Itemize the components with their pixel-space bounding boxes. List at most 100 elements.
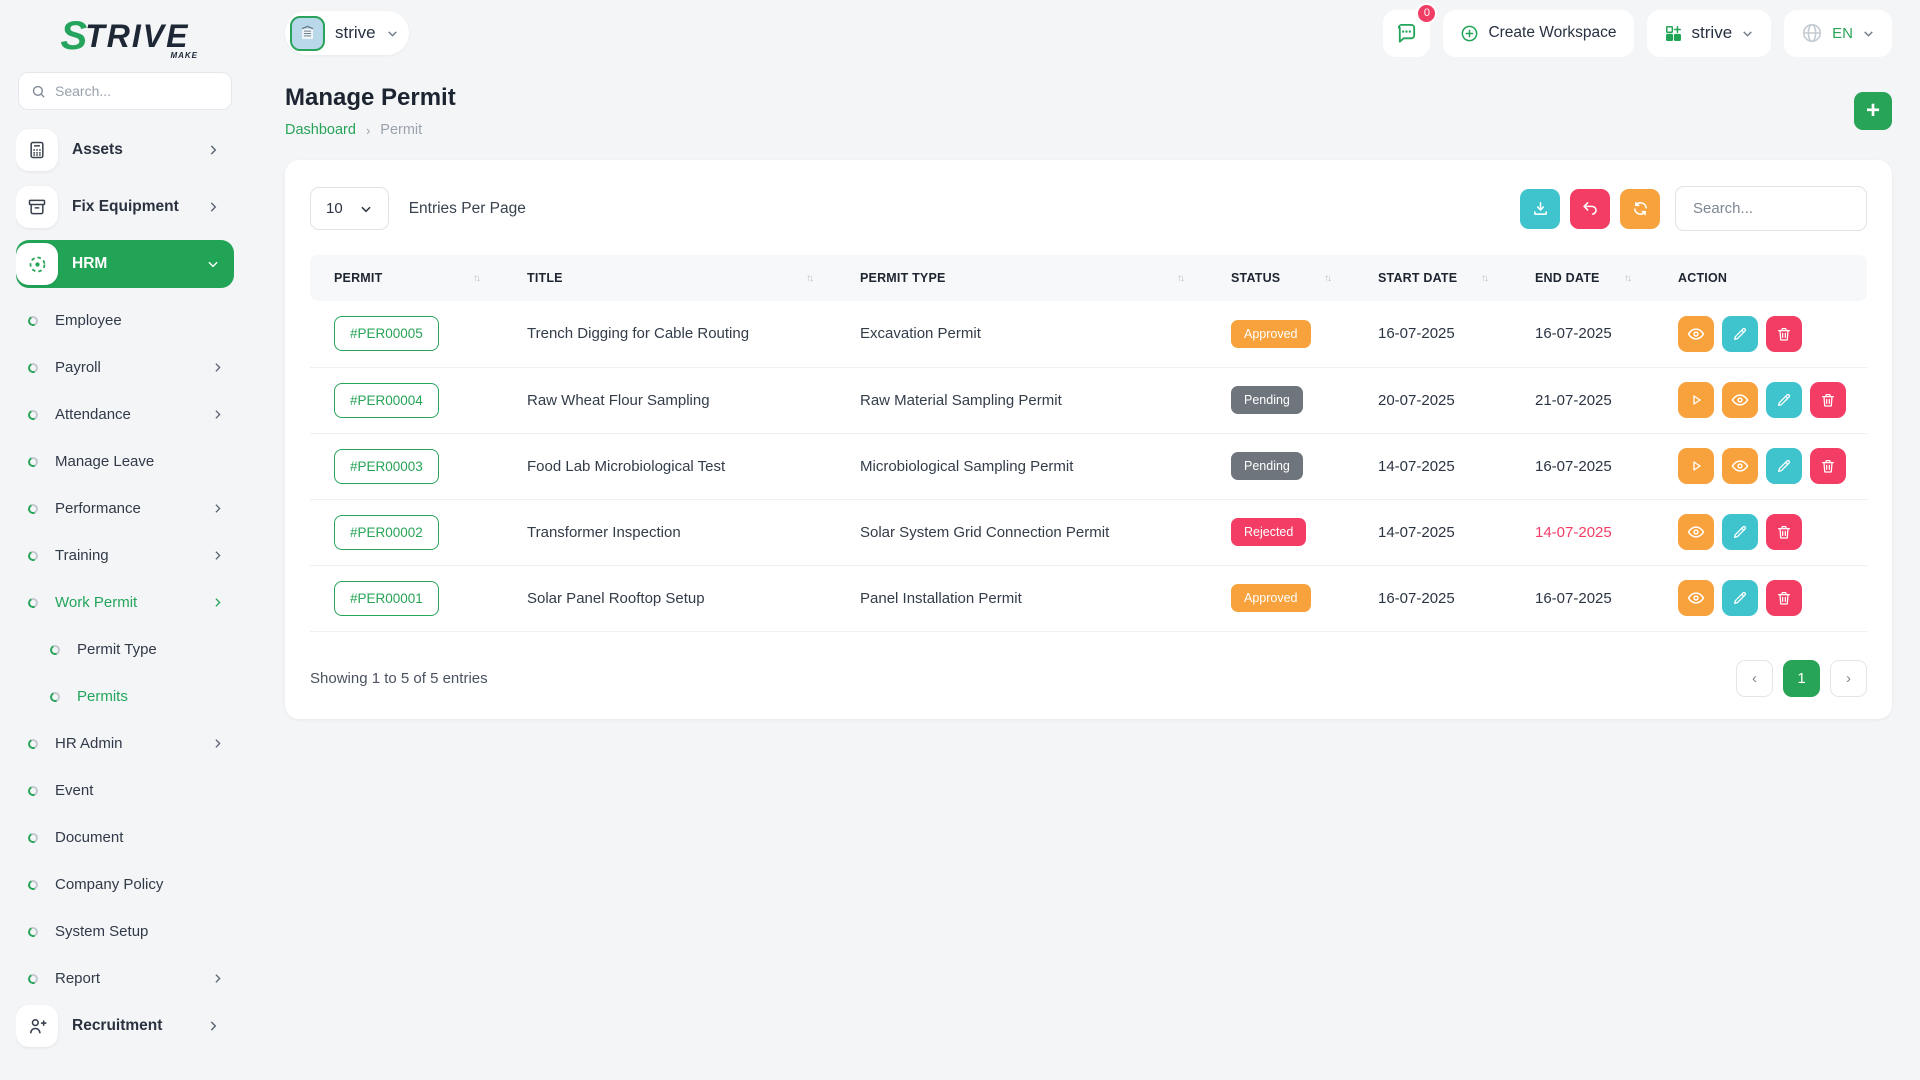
delete-button[interactable] xyxy=(1810,448,1846,484)
delete-button[interactable] xyxy=(1766,514,1802,550)
bullet-icon xyxy=(26,455,40,468)
view-button[interactable] xyxy=(1722,448,1758,484)
sidebar-item-fix-equipment[interactable]: Fix Equipment xyxy=(16,183,234,231)
workspace-avatar-icon xyxy=(290,15,325,51)
column-header-status[interactable]: STATUS ↑↓ xyxy=(1219,255,1366,301)
sidebar-item-recruitment[interactable]: Recruitment xyxy=(16,1002,234,1050)
permit-id-badge[interactable]: #PER00002 xyxy=(334,514,439,550)
workspace-select[interactable]: strive xyxy=(1646,9,1772,57)
chevron-right-icon xyxy=(206,143,220,157)
sidebar-search[interactable] xyxy=(18,72,232,110)
table-toolbar: 10 Entries Per Page xyxy=(310,186,1867,231)
permit-id-badge[interactable]: #PER00003 xyxy=(334,448,439,484)
sort-icon[interactable]: ↑↓ xyxy=(473,273,481,284)
view-button[interactable] xyxy=(1678,514,1714,550)
sidebar-item-employee[interactable]: Employee xyxy=(16,297,234,344)
column-header-permit-type[interactable]: PERMIT TYPE ↑↓ xyxy=(848,255,1219,301)
sidebar-item-manage-leave[interactable]: Manage Leave xyxy=(16,438,234,485)
column-header-end-date[interactable]: END DATE ↑↓ xyxy=(1523,255,1666,301)
approve-play-button[interactable] xyxy=(1678,382,1714,418)
sidebar-item-assets[interactable]: Assets xyxy=(16,126,234,174)
edit-button[interactable] xyxy=(1766,382,1802,418)
start-date-cell: 14-07-2025 xyxy=(1366,433,1523,500)
sidebar-item-performance[interactable]: Performance xyxy=(16,485,234,532)
add-permit-button[interactable]: + xyxy=(1854,92,1892,130)
delete-button[interactable] xyxy=(1766,315,1802,352)
archive-icon xyxy=(16,186,58,228)
sidebar-item-label: Recruitment xyxy=(72,1017,163,1034)
entries-per-page-value: 10 xyxy=(326,200,343,217)
sidebar-item-work-permit[interactable]: Work Permit xyxy=(16,579,234,626)
bullet-icon xyxy=(48,690,62,703)
edit-button[interactable] xyxy=(1722,315,1758,352)
sidebar-item-label: Fix Equipment xyxy=(72,198,179,215)
bullet-icon xyxy=(26,737,40,750)
pagination-page-1[interactable]: 1 xyxy=(1783,659,1820,697)
permit-type-cell: Raw Material Sampling Permit xyxy=(848,367,1219,434)
sidebar-item-hr-admin[interactable]: HR Admin xyxy=(16,720,234,767)
sidebar-item-event[interactable]: Event xyxy=(16,767,234,814)
sort-icon[interactable]: ↑↓ xyxy=(1481,273,1489,284)
table-search-input[interactable] xyxy=(1675,186,1867,231)
export-download-button[interactable] xyxy=(1520,188,1560,229)
play-icon xyxy=(1688,458,1704,474)
action-cell xyxy=(1666,499,1867,566)
delete-button[interactable] xyxy=(1766,580,1802,616)
column-header-title[interactable]: TITLE ↑↓ xyxy=(515,255,848,301)
action-cell xyxy=(1666,367,1867,434)
view-button[interactable] xyxy=(1678,580,1714,616)
edit-button[interactable] xyxy=(1766,448,1802,484)
breadcrumb-dashboard-link[interactable]: Dashboard xyxy=(285,122,356,138)
sidebar-item-training[interactable]: Training xyxy=(16,532,234,579)
edit-button[interactable] xyxy=(1722,514,1758,550)
edit-button[interactable] xyxy=(1722,580,1758,616)
entries-per-page-select[interactable]: 10 xyxy=(310,187,389,230)
sidebar-item-payroll[interactable]: Payroll xyxy=(16,344,234,391)
pagination-next-button[interactable]: › xyxy=(1830,659,1867,697)
delete-button[interactable] xyxy=(1810,382,1846,418)
chevron-down-icon xyxy=(359,202,373,216)
sidebar-item-document[interactable]: Document xyxy=(16,814,234,861)
permit-id-badge[interactable]: #PER00005 xyxy=(334,316,439,352)
chat-icon xyxy=(1395,22,1418,45)
sort-icon[interactable]: ↑↓ xyxy=(1624,273,1632,284)
sidebar-item-report[interactable]: Report xyxy=(16,955,234,1002)
workspace-chip[interactable]: strive xyxy=(285,11,409,55)
breadcrumb: Dashboard › Permit xyxy=(285,122,456,138)
sidebar-item-permits[interactable]: Permits xyxy=(16,673,234,720)
language-select[interactable]: EN xyxy=(1784,9,1892,57)
column-header-start-date[interactable]: START DATE ↑↓ xyxy=(1366,255,1523,301)
create-workspace-button[interactable]: Create Workspace xyxy=(1443,9,1634,57)
chat-button[interactable]: 0 xyxy=(1383,2,1438,57)
permit-id-badge[interactable]: #PER00004 xyxy=(334,382,439,418)
sidebar-item-system-setup[interactable]: System Setup xyxy=(16,908,234,955)
end-date-cell: 21-07-2025 xyxy=(1523,367,1666,434)
sort-icon[interactable]: ↑↓ xyxy=(806,273,814,284)
table-body: #PER00005 Trench Digging for Cable Routin… xyxy=(310,301,1867,632)
refresh-button[interactable] xyxy=(1620,188,1660,229)
table-row: #PER00002 Transformer Inspection Solar Sys… xyxy=(310,499,1867,566)
sidebar-item-permit-type[interactable]: Permit Type xyxy=(16,626,234,673)
column-header-permit[interactable]: PERMIT ↑↓ xyxy=(310,255,515,301)
hub-icon xyxy=(16,243,58,285)
view-button[interactable] xyxy=(1678,315,1714,352)
permit-cell: #PER00005 xyxy=(310,301,515,368)
circle-plus-icon xyxy=(1460,24,1479,43)
pagination-prev-button[interactable]: ‹ xyxy=(1736,659,1773,697)
sort-icon[interactable]: ↑↓ xyxy=(1177,273,1185,284)
search-input[interactable] xyxy=(55,83,219,99)
sidebar-item-company-policy[interactable]: Company Policy xyxy=(16,861,234,908)
sort-icon[interactable]: ↑↓ xyxy=(1324,273,1332,284)
chat-badge: 0 xyxy=(1416,2,1438,24)
permit-type-cell: Solar System Grid Connection Permit xyxy=(848,499,1219,566)
permit-id-badge[interactable]: #PER00001 xyxy=(334,580,439,616)
status-badge: Approved xyxy=(1231,319,1311,348)
approve-play-button[interactable] xyxy=(1678,448,1714,484)
undo-button[interactable] xyxy=(1570,188,1610,229)
sidebar-item-hrm[interactable]: HRM xyxy=(16,240,234,288)
sidebar-item-attendance[interactable]: Attendance xyxy=(16,391,234,438)
sidebar-item-label: Manage Leave xyxy=(55,453,155,470)
title-cell: Trench Digging for Cable Routing xyxy=(515,301,848,368)
bullet-icon xyxy=(26,549,40,562)
view-button[interactable] xyxy=(1722,382,1758,418)
